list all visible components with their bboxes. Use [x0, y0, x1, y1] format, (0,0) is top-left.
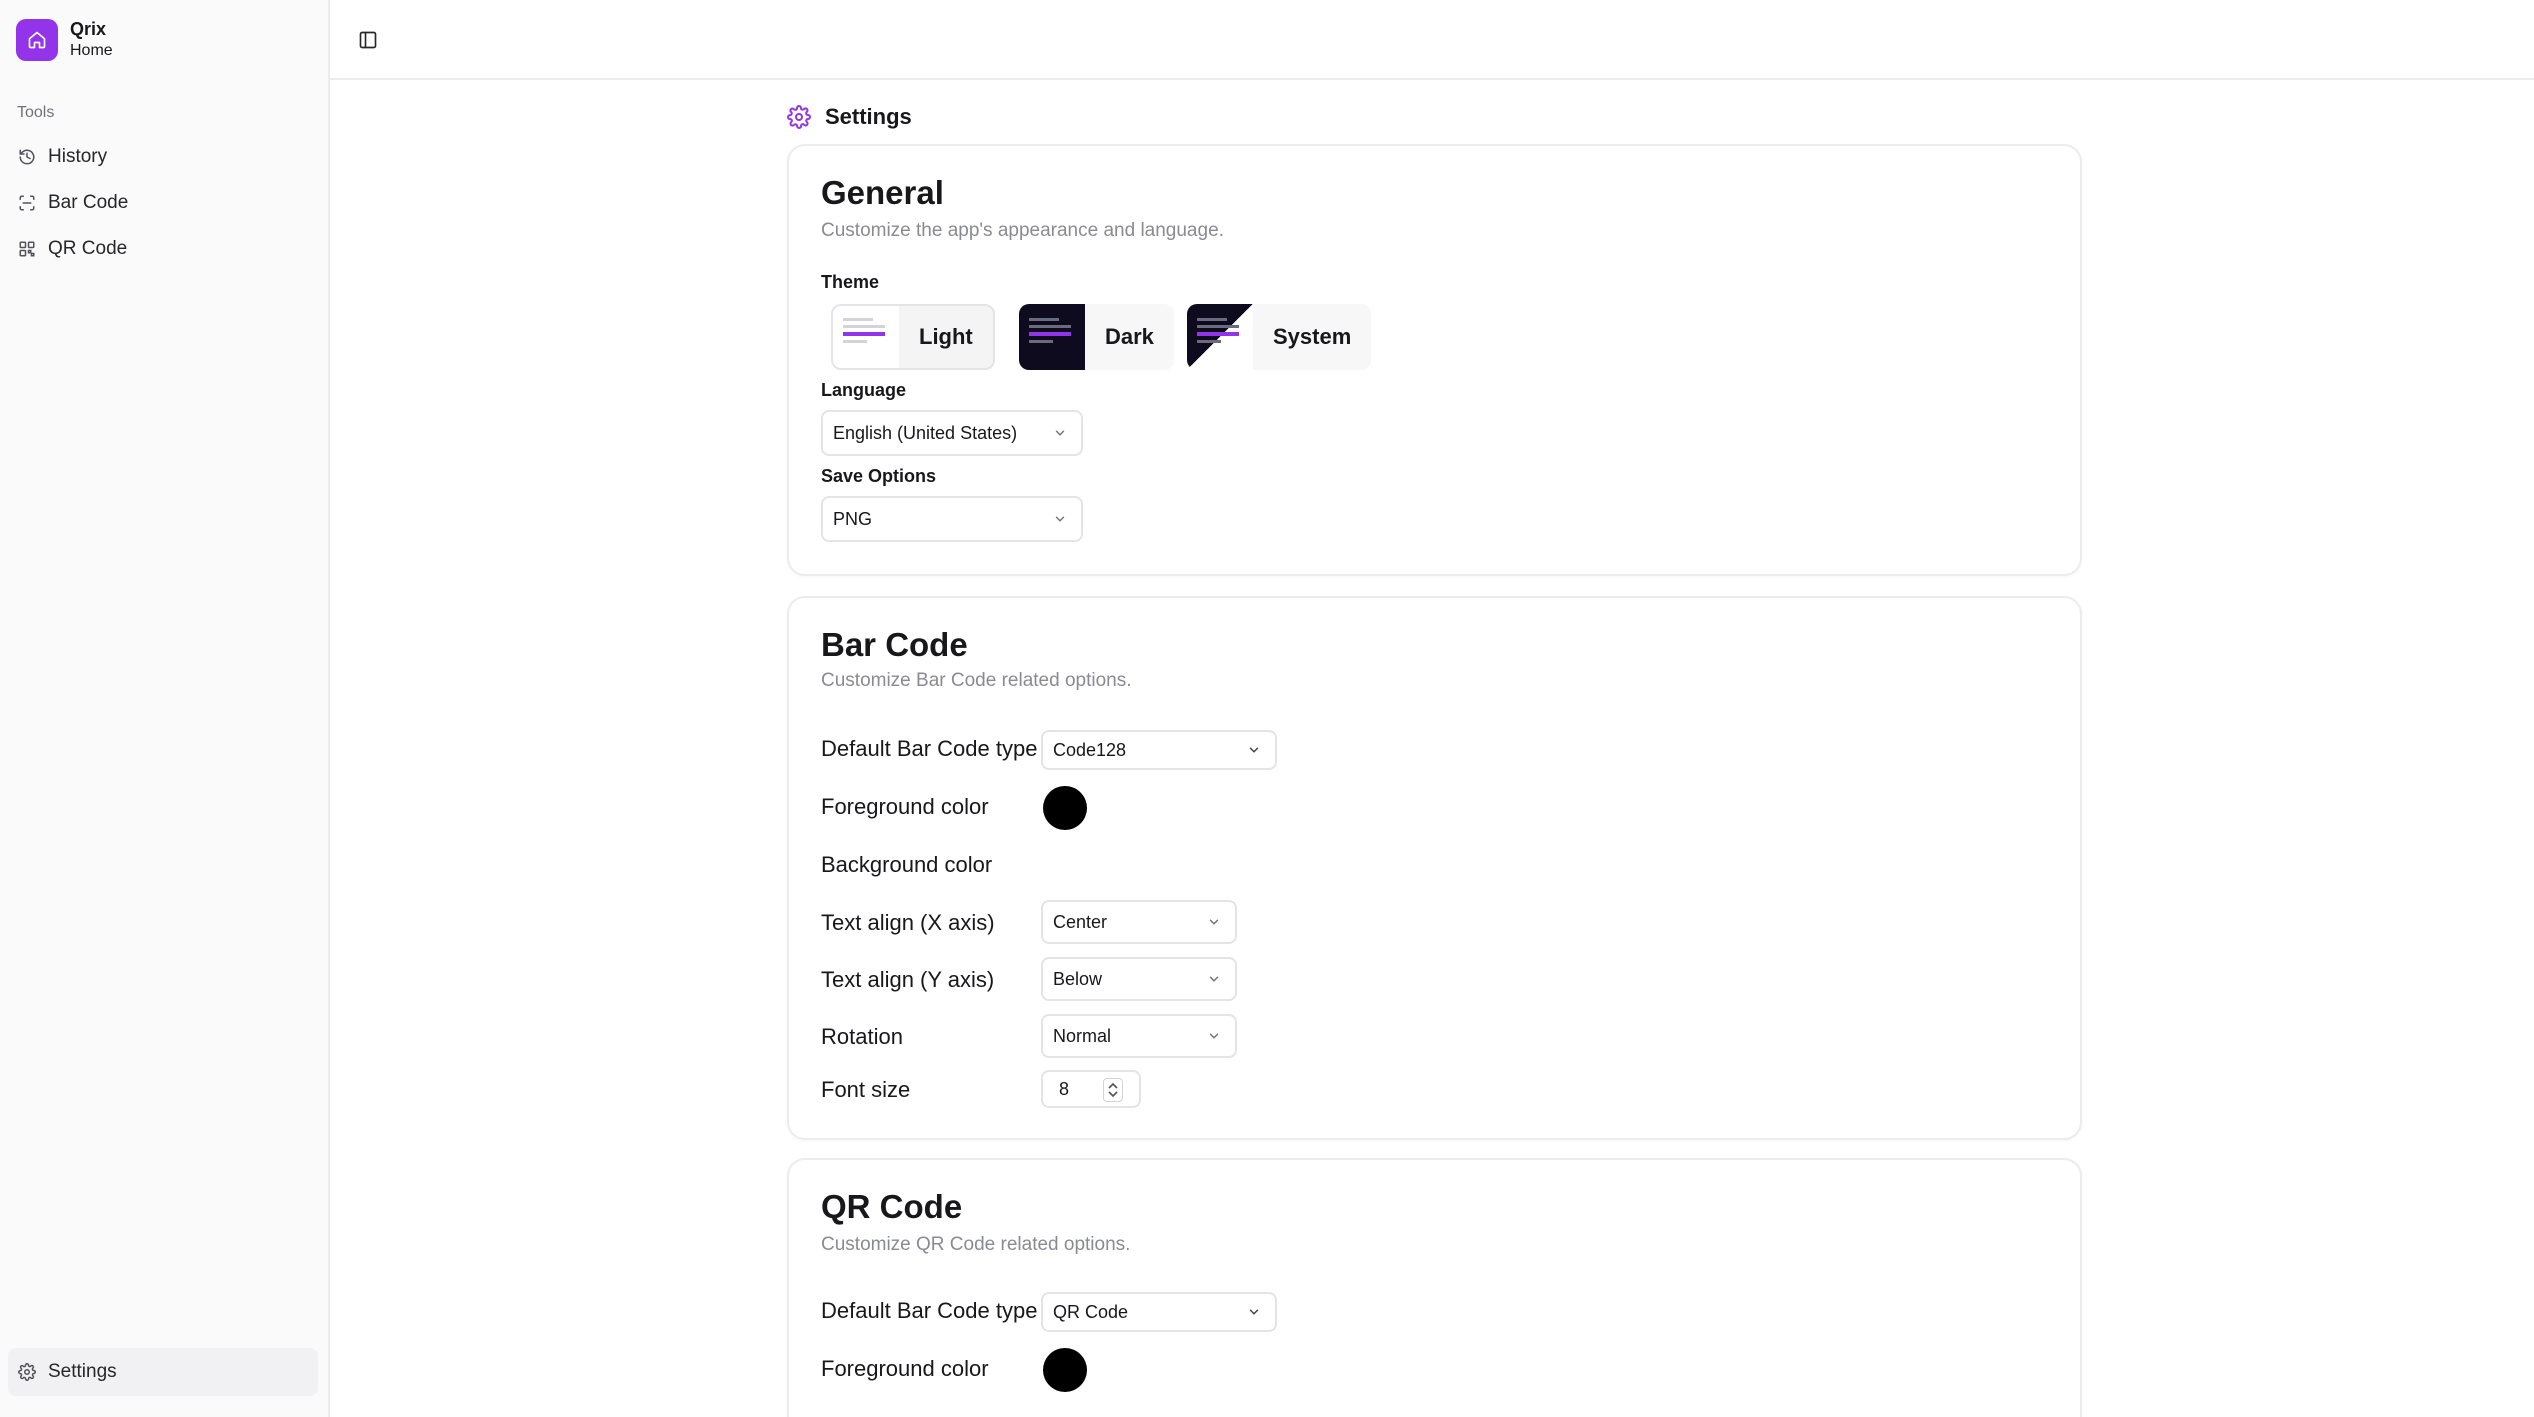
- gear-icon: [787, 105, 811, 129]
- general-card: General Customize the app's appearance a…: [787, 144, 2082, 576]
- page-header: Settings: [787, 104, 912, 130]
- sidebar-item-label: QR Code: [48, 238, 128, 259]
- qrcode-card: QR Code Customize QR Code related option…: [787, 1158, 2082, 1417]
- font-size-label: Font size: [821, 1077, 911, 1102]
- brand-subtitle: Home: [70, 42, 113, 59]
- language-label: Language: [821, 380, 907, 400]
- qrcode-title: QR Code: [821, 1188, 963, 1225]
- page-title: Settings: [825, 104, 912, 129]
- gear-icon: [18, 1363, 36, 1381]
- select-value: Center: [1053, 911, 1108, 932]
- brand[interactable]: Qrix Home: [16, 18, 113, 62]
- select-value: Normal: [1053, 1025, 1112, 1046]
- qrcode-type-select[interactable]: QR Code: [1041, 1292, 1277, 1332]
- barcode-fg-color-swatch[interactable]: [1043, 786, 1087, 830]
- select-value: Below: [1053, 968, 1103, 989]
- font-size-input[interactable]: 8: [1041, 1070, 1141, 1108]
- history-icon: [19, 149, 35, 165]
- sidebar-nav: History Bar Code QR Code: [8, 134, 318, 272]
- brand-name: Qrix: [70, 19, 107, 39]
- home-icon: [16, 19, 58, 61]
- sidebar-item-bar-code[interactable]: Bar Code: [8, 180, 318, 226]
- barcode-type-select[interactable]: Code128: [1041, 730, 1277, 770]
- select-value: PNG: [833, 508, 873, 529]
- barcode-card: Bar Code Customize Bar Code related opti…: [787, 596, 2082, 1140]
- chevron-down-icon: [1209, 976, 1219, 982]
- theme-label: Theme: [821, 272, 880, 292]
- chevron-up-icon[interactable]: [1108, 1082, 1118, 1089]
- theme-option-label: System: [1273, 324, 1352, 349]
- save-options-label: Save Options: [821, 466, 937, 486]
- rotation-label: Rotation: [821, 1024, 903, 1049]
- text-align-y-label: Text align (Y axis): [821, 967, 995, 992]
- chevron-down-icon: [1209, 919, 1219, 925]
- select-value: English (United States): [833, 422, 1018, 443]
- theme-option-light[interactable]: Light: [831, 304, 995, 370]
- qrcode-fg-label: Foreground color: [821, 1356, 989, 1381]
- topbar: [330, 0, 2534, 80]
- rotation-select[interactable]: Normal: [1041, 1014, 1237, 1058]
- font-size-value: 8: [1059, 1078, 1070, 1099]
- language-select[interactable]: English (United States): [821, 410, 1083, 456]
- chevron-down-icon[interactable]: [1108, 1091, 1118, 1098]
- barcode-scan-icon: [19, 195, 35, 211]
- sidebar-item-qr-code[interactable]: QR Code: [8, 226, 318, 272]
- sidebar-item-history[interactable]: History: [8, 134, 318, 180]
- sidebar-item-settings[interactable]: Settings: [8, 1348, 318, 1396]
- light-theme-preview: [833, 306, 899, 368]
- barcode-title: Bar Code: [821, 626, 968, 663]
- chevron-down-icon: [1249, 747, 1259, 753]
- theme-option-system[interactable]: System: [1187, 304, 1372, 370]
- font-size-stepper[interactable]: [1103, 1078, 1123, 1102]
- barcode-description: Customize Bar Code related options.: [821, 670, 1132, 691]
- qrcode-description: Customize QR Code related options.: [821, 1234, 1131, 1255]
- general-description: Customize the app's appearance and langu…: [821, 220, 1224, 241]
- sidebar-item-label: History: [48, 146, 108, 167]
- theme-option-label: Light: [919, 324, 973, 349]
- sidebar: Qrix Home Tools History Bar Code QR Code…: [0, 0, 330, 1417]
- select-value: QR Code: [1053, 1301, 1129, 1322]
- general-title: General: [821, 174, 944, 211]
- panel-left-icon: [359, 31, 377, 49]
- text-align-x-select[interactable]: Center: [1041, 900, 1237, 944]
- chevron-down-icon: [1055, 430, 1065, 436]
- dark-theme-preview: [1019, 304, 1085, 370]
- sidebar-item-label: Bar Code: [48, 192, 129, 213]
- qrcode-type-label: Default Bar Code type: [821, 1298, 1038, 1323]
- sidebar-toggle-button[interactable]: [350, 22, 386, 58]
- select-value: Code128: [1053, 739, 1127, 760]
- system-theme-preview: [1187, 304, 1253, 370]
- text-align-y-select[interactable]: Below: [1041, 957, 1237, 1001]
- qrcode-fg-color-swatch[interactable]: [1043, 1348, 1087, 1392]
- barcode-fg-label: Foreground color: [821, 794, 989, 819]
- tools-group-label: Tools: [17, 104, 55, 121]
- theme-option-dark[interactable]: Dark: [1019, 304, 1174, 370]
- qr-code-icon: [19, 241, 35, 257]
- chevron-down-icon: [1055, 516, 1065, 522]
- chevron-down-icon: [1209, 1033, 1219, 1039]
- chevron-down-icon: [1249, 1309, 1259, 1315]
- barcode-bg-label: Background color: [821, 852, 993, 877]
- save-options-select[interactable]: PNG: [821, 496, 1083, 542]
- barcode-type-label: Default Bar Code type: [821, 736, 1038, 761]
- theme-option-label: Dark: [1105, 324, 1154, 349]
- sidebar-item-label: Settings: [48, 1361, 117, 1382]
- text-align-x-label: Text align (X axis): [821, 910, 995, 935]
